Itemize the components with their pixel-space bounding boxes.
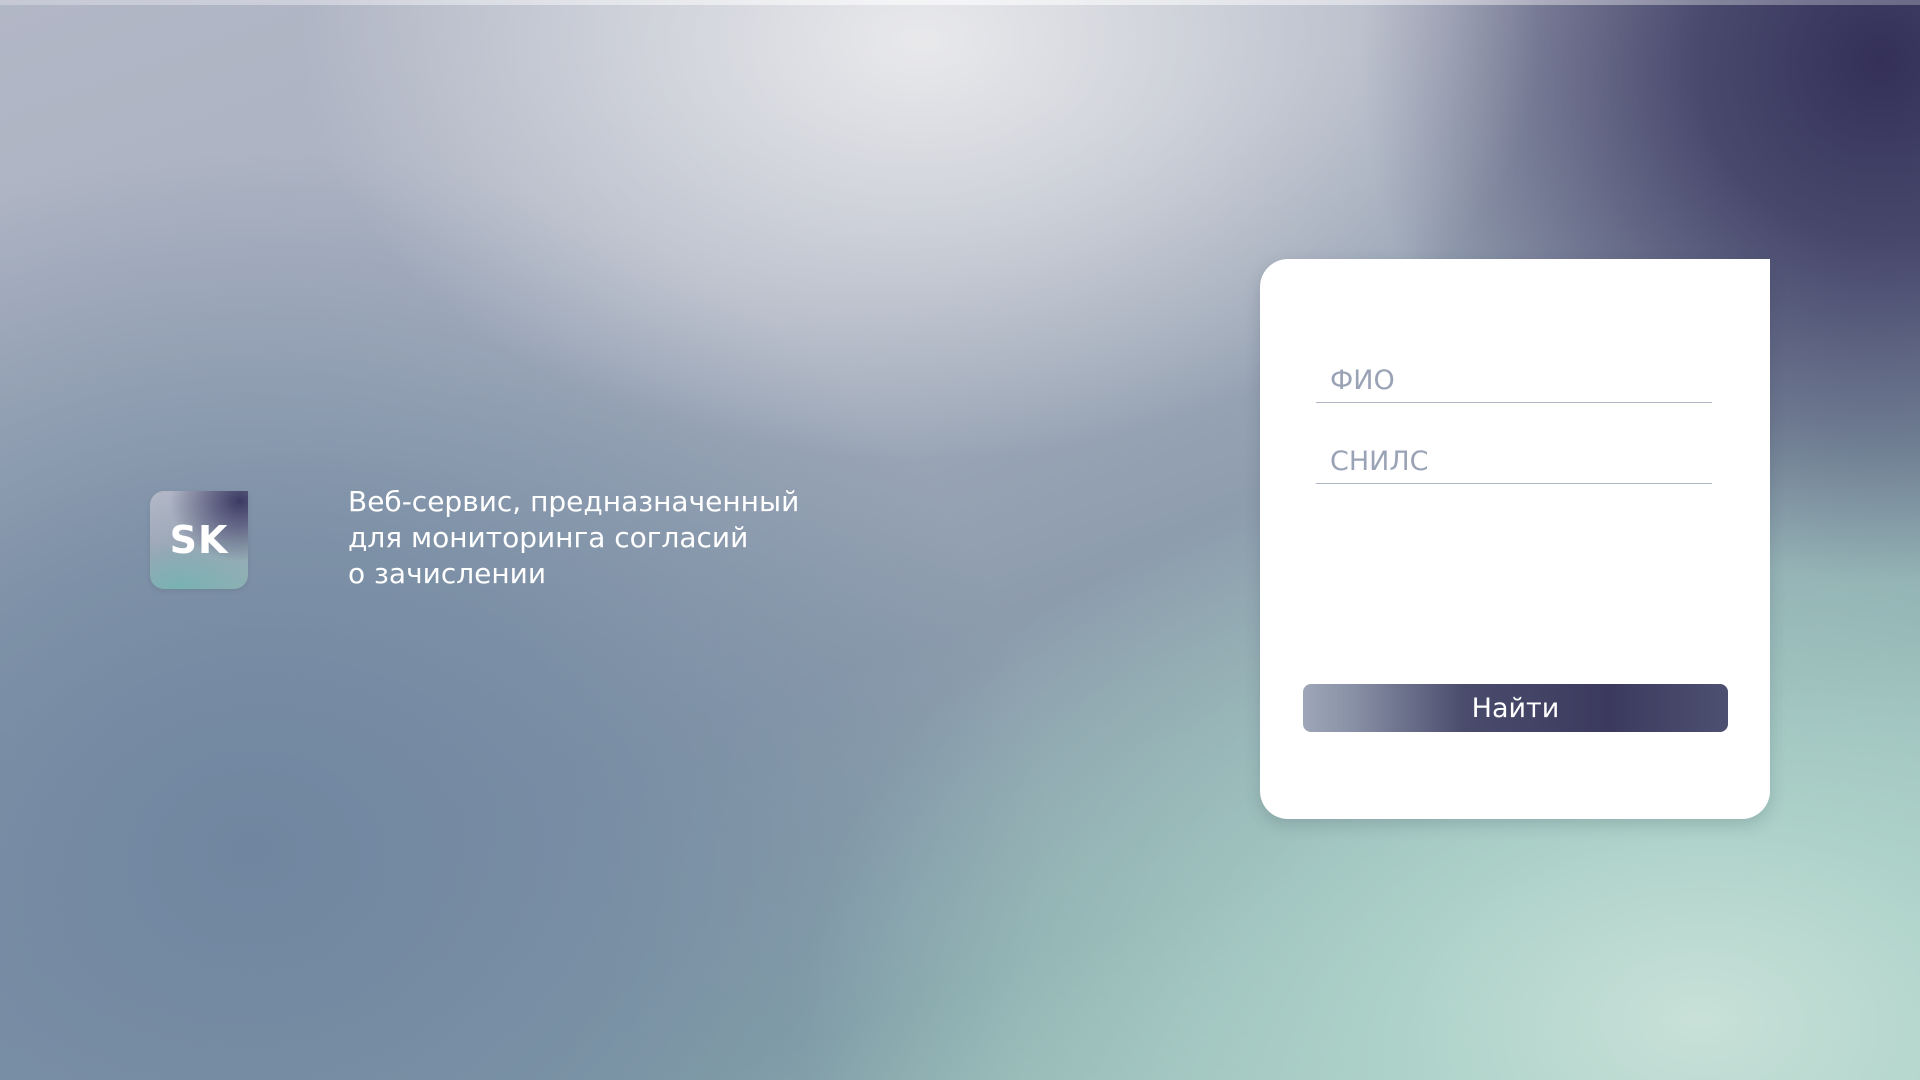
- search-form-card: Найти: [1260, 259, 1770, 819]
- logo-text: SK: [169, 518, 229, 562]
- service-description: Веб-сервис, предназначенный для монитори…: [348, 484, 908, 592]
- description-line-1: Веб-сервис, предназначенный: [348, 485, 800, 518]
- description-line-2: для мониторинга согласий: [348, 521, 749, 554]
- fio-field: [1316, 359, 1712, 403]
- search-button[interactable]: Найти: [1303, 684, 1728, 732]
- fio-input[interactable]: [1316, 359, 1712, 402]
- top-border-line: [0, 0, 1920, 5]
- snils-input[interactable]: [1316, 440, 1712, 483]
- snils-field: [1316, 440, 1712, 484]
- sk-logo: SK: [150, 491, 248, 589]
- description-line-3: о зачислении: [348, 557, 547, 590]
